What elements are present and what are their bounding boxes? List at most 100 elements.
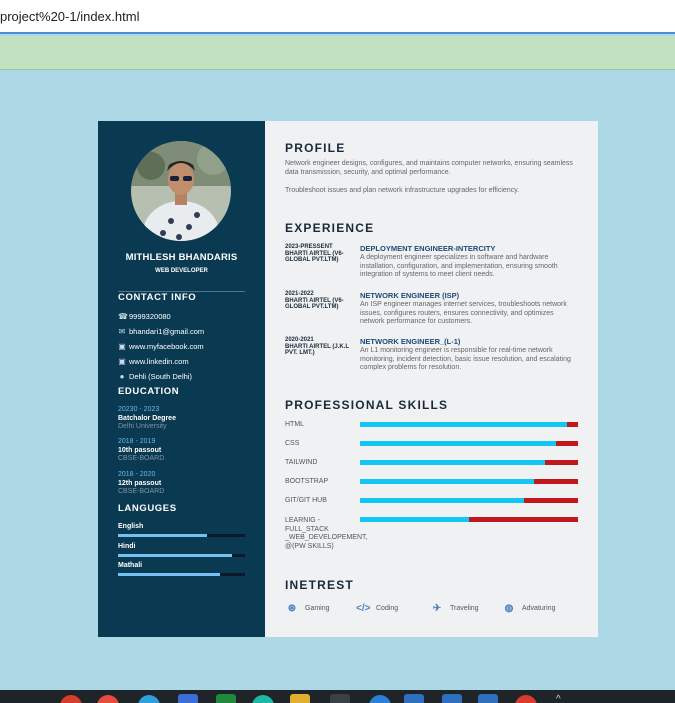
experience-meta: 2021-2022 BHARTI AIRTEL (V6-GLOBAL PVT.L… [285,291,355,311]
code-icon: </> [356,603,371,614]
language-item: Hindi [118,543,245,557]
skill-name: LEARNIG - FULL_STACK _WEB_DEVELOPEMENT, … [285,517,368,550]
mail-icon: ✉ [118,326,126,336]
taskbar: ^ [0,690,675,703]
language-name: Mathali [118,562,143,569]
education-item: 2018 - 2020 12th passout CBSE-BOARD [118,471,164,497]
interest-label: Traveling [450,605,479,612]
interest-label: Gaming [305,605,330,612]
skill-bar [360,498,578,503]
interest-item: ◍ Advaturing [502,603,556,614]
profile-name: MITHLESH BHANDARIS [125,252,238,263]
contact-email[interactable]: ✉ bhandari1@gmail.com [118,326,205,336]
language-level [118,573,220,576]
app-icon[interactable] [290,694,310,703]
contact-phone[interactable]: ☎ 9999320080 [118,312,171,321]
experience-body: NETWORK ENGINEER (ISP) An ISP engineer m… [360,291,580,327]
education-degree: 12th passout [118,479,162,487]
app-icon[interactable] [515,695,537,703]
education-item: 20230 - 2023 Batchalor Degree Delhi Univ… [118,406,176,432]
experience-title: DEPLOYMENT ENGINEER-INTERCITY [360,244,496,253]
contact-linkedin-text: www.linkedin.com [129,357,189,366]
skill-level [360,422,568,427]
experience-meta: 2020-2021 BHARTI AIRTEL (J.K.L PVT. LMT.… [285,337,355,357]
chevron-up-icon[interactable]: ^ [556,694,561,703]
skill-level [360,441,557,446]
skill-bar [360,460,578,465]
interest-label: Advaturing [522,605,556,612]
contact-facebook-text: www.myfacebook.com [129,342,204,351]
profile-heading: PROFILE [285,141,346,155]
education-institute: CBSE-BOARD [118,488,165,495]
experience-desc: An L1 monitoring engineer is responsible… [360,347,571,371]
skills-heading: PROFESSIONAL SKILLS [285,398,449,412]
language-name: Hindi [118,543,136,550]
language-level [118,534,207,537]
interest-item: ⊛ Gaming [285,603,330,614]
skill-bar [360,517,578,522]
skill-level [360,517,469,522]
gamepad-icon: ⊛ [287,603,297,614]
plane-icon: ✈ [432,603,442,614]
interest-item: ✈ Traveling [430,603,479,614]
language-item: English [118,523,245,537]
skill-bar [360,441,578,446]
language-bar [118,534,245,537]
experience-company: BHARTI AIRTEL (V6-GLOBAL PVT.LTM) [285,297,344,311]
contact-email-text: bhandari1@gmail.com [129,327,205,336]
app-icon[interactable] [369,695,391,703]
address-bar[interactable]: project%20-1/index.html [0,0,675,34]
url-text[interactable]: project%20-1/index.html [0,9,139,24]
experience-body: DEPLOYMENT ENGINEER-INTERCITY A deployme… [360,244,580,280]
resume-sidebar: MITHLESH BHANDARIS WEB DEVELOPER CONTACT… [98,121,265,637]
language-item: Mathali [118,562,245,576]
experience-meta: 2023-PRESSENT BHARTI AIRTEL (V6-GLOBAL P… [285,244,355,264]
globe-icon: ◍ [504,603,514,614]
language-level [118,554,233,557]
education-institute: Delhi University [118,423,167,430]
skill-level [360,460,546,465]
app-icon[interactable] [330,694,350,703]
experience-company: BHARTI AIRTEL (J.K.L PVT. LMT.) [285,343,349,357]
app-icon[interactable] [404,694,424,703]
languages-heading: LANGUGES [118,503,177,514]
education-year: 2018 - 2019 [118,438,156,445]
education-heading: EDUCATION [118,386,180,397]
contact-phone-text: 9999320080 [129,312,171,321]
contact-location[interactable]: ● Dehli (South Delhi) [118,372,192,381]
language-bar [118,573,245,576]
skill-bar [360,422,578,427]
app-icon[interactable] [252,695,274,703]
contact-facebook[interactable]: ▣ www.myfacebook.com [118,341,204,351]
experience-company: BHARTI AIRTEL (V6-GLOBAL PVT.LTM) [285,250,344,264]
linkedin-icon: ▣ [118,356,126,366]
app-icon[interactable] [178,694,198,703]
phone-icon: ☎ [118,311,128,321]
avatar [131,141,231,241]
app-icon[interactable] [60,695,82,703]
contact-location-text: Dehli (South Delhi) [129,372,192,381]
facebook-icon: ▣ [118,341,126,351]
profile-role: WEB DEVELOPER [155,268,208,274]
education-item: 2018 - 2019 10th passout CBSE-BOARD [118,438,164,464]
experience-heading: EXPERIENCE [285,221,375,235]
location-icon: ● [119,371,125,381]
interest-heading: INETREST [285,578,354,592]
language-bar [118,554,245,557]
experience-desc: An ISP engineer manages internet service… [360,301,567,325]
app-icon[interactable] [478,694,498,703]
skill-level [360,498,524,503]
experience-body: NETWORK ENGINEER_(L-1) An L1 monitoring … [360,337,580,373]
skill-level [360,479,535,484]
education-degree: 10th passout [118,446,162,454]
app-icon[interactable] [216,694,236,703]
profile-summary: Network engineer designs, configures, an… [285,160,573,176]
notification-bar [0,36,675,70]
profile-summary-2: Troubleshoot issues and plan network inf… [285,187,520,194]
contact-heading: CONTACT INFO [118,292,197,303]
app-icon[interactable] [138,695,160,703]
education-institute: CBSE-BOARD [118,455,165,462]
contact-linkedin[interactable]: ▣ www.linkedin.com [118,356,189,366]
app-icon[interactable] [442,694,462,703]
app-icon[interactable] [97,695,119,703]
